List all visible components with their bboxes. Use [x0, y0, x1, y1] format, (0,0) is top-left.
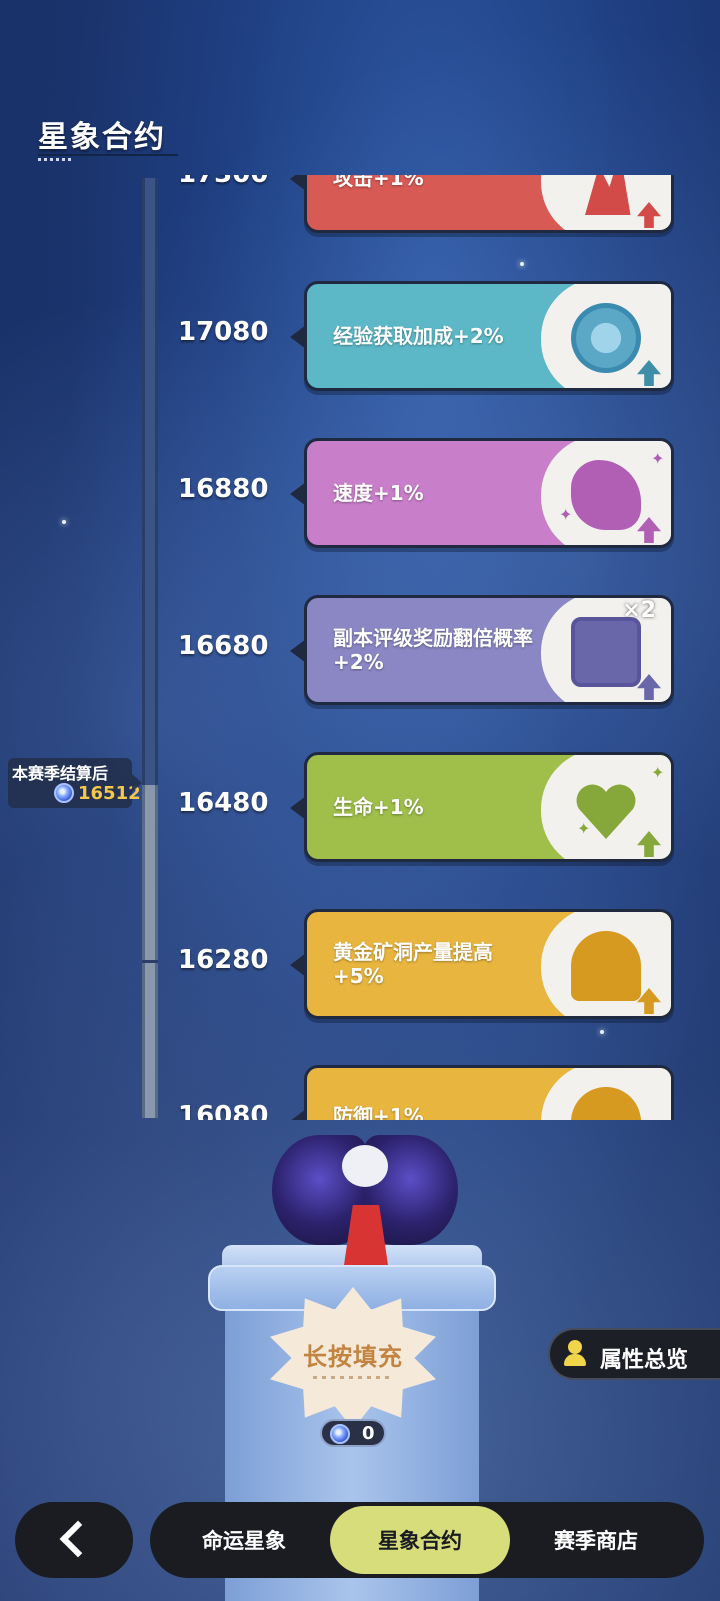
star-gem-icon [330, 1424, 350, 1444]
tab-constellation-contract[interactable]: 星象合约 [330, 1506, 510, 1574]
treasure-chest-icon: ×2 [541, 598, 671, 702]
reward-score: 16280 [178, 945, 269, 975]
star-gem-icon [54, 783, 74, 803]
reward-text: 攻击+1% [333, 175, 424, 190]
reward-row: 16080 防御+1% [160, 1065, 700, 1120]
reward-score: 17300 [178, 175, 268, 189]
attribute-overview-button[interactable]: 属性总览 [548, 1328, 720, 1380]
user-search-icon [564, 1340, 592, 1368]
reward-row: 16880 速度+1% ✦ ✦ [160, 438, 700, 550]
reward-list[interactable]: 17300 攻击+1% 17080 经验获取加成+2% 16880 速度+1% [160, 175, 700, 1120]
reward-row: 16480 生命+1% ✦ ✦ [160, 752, 700, 864]
reward-score: 16480 [178, 788, 269, 818]
reward-score: 16880 [178, 474, 269, 504]
reward-text: 经验获取加成+2% [333, 324, 504, 348]
gold-mine-icon [541, 912, 671, 1016]
chevron-left-icon [59, 1520, 97, 1558]
page-title: 星象合约 [38, 120, 166, 155]
reward-row: 16280 黄金矿洞产量提高+5% [160, 909, 700, 1021]
player-character [272, 1125, 458, 1265]
reward-row: 17080 经验获取加成+2% [160, 281, 700, 393]
fill-cost-badge: 0 [320, 1419, 386, 1447]
compass-star-icon [541, 284, 671, 388]
up-arrow-icon [637, 517, 661, 543]
reward-score: 16680 [178, 631, 269, 661]
back-button[interactable] [15, 1502, 133, 1578]
sparkle-icon: ✦ [651, 763, 665, 782]
reward-card-hp[interactable]: 生命+1% ✦ ✦ [304, 752, 674, 862]
reward-text: 副本评级奖励翻倍概率+2% [333, 626, 533, 674]
reward-card-dungeon[interactable]: 副本评级奖励翻倍概率+2% ×2 [304, 595, 674, 705]
season-progress-marker: 本赛季结算后 16512 [8, 758, 142, 808]
progress-value: 16512 [78, 783, 141, 804]
reward-card-defense[interactable]: 防御+1% [304, 1065, 674, 1120]
attack-flame-icon [541, 175, 671, 230]
star-sparkle [62, 520, 66, 524]
attribute-overview-label: 属性总览 [600, 1347, 689, 1372]
reward-card-attack[interactable]: 攻击+1% [304, 175, 674, 233]
tab-fate-constellation[interactable]: 命运星象 [154, 1506, 334, 1574]
reward-card-gold-mine[interactable]: 黄金矿洞产量提高+5% [304, 909, 674, 1019]
reward-row: 17300 攻击+1% [160, 175, 700, 235]
bottom-tab-bar: 命运星象 星象合约 赛季商店 [150, 1502, 704, 1578]
reward-card-exp[interactable]: 经验获取加成+2% [304, 281, 674, 391]
timeline-progress-fill [142, 785, 158, 1118]
sparkle-icon: ✦ [559, 505, 573, 524]
title-dots [38, 158, 72, 161]
shield-icon [541, 1068, 671, 1120]
boot-glyph [571, 460, 641, 530]
reward-text: 生命+1% [333, 795, 424, 819]
flame-glyph [585, 175, 631, 215]
fill-cost-value: 0 [362, 1423, 375, 1444]
up-arrow-icon [637, 831, 661, 857]
character-head [342, 1145, 388, 1187]
progress-label: 本赛季结算后 [12, 764, 109, 783]
chest-glyph [571, 617, 641, 687]
mine-glyph [571, 931, 641, 1001]
sparkle-icon: ✦ [577, 819, 591, 838]
reward-text: 速度+1% [333, 481, 424, 505]
tab-season-shop[interactable]: 赛季商店 [506, 1506, 686, 1574]
boot-icon: ✦ ✦ [541, 441, 671, 545]
reward-row: 16680 副本评级奖励翻倍概率+2% ×2 [160, 595, 700, 707]
shield-glyph [571, 1087, 641, 1120]
reward-text: 黄金矿洞产量提高+5% [333, 940, 493, 988]
up-arrow-icon [637, 360, 661, 386]
compass-glyph [571, 303, 641, 373]
sparkle-icon: ✦ [651, 449, 665, 468]
up-arrow-icon [637, 202, 661, 228]
heart-icon: ✦ ✦ [541, 755, 671, 859]
reward-text: 防御+1% [333, 1104, 424, 1120]
double-badge: ×2 [622, 598, 656, 623]
timeline-tick [142, 960, 158, 963]
reward-score: 16080 [178, 1101, 269, 1120]
title-underline [38, 154, 178, 156]
fill-button-dots [313, 1376, 393, 1379]
fill-button-label: 长按填充 [303, 1344, 403, 1371]
reward-score: 17080 [178, 317, 269, 347]
reward-card-speed[interactable]: 速度+1% ✦ ✦ [304, 438, 674, 548]
